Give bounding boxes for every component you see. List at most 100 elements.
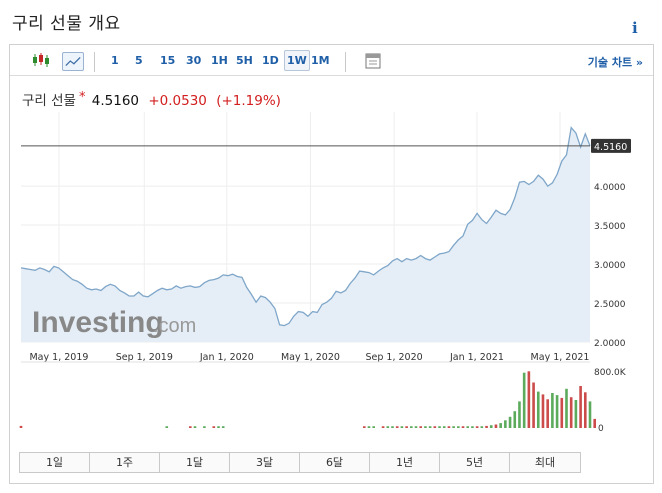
volume-bar (381, 426, 385, 428)
toolbar-divider (94, 52, 95, 72)
candlestick-icon[interactable] (30, 51, 52, 69)
line-chart-icon[interactable] (62, 52, 84, 71)
timeframe-1[interactable]: 1 (111, 54, 119, 67)
volume-bar (19, 425, 23, 428)
x-tick-label: Sep 1, 2019 (116, 352, 173, 363)
investing-watermark-suffix: .com (153, 315, 196, 337)
volume-bar (395, 426, 399, 428)
investing-watermark: Investing (32, 306, 164, 339)
volume-bar (457, 426, 460, 428)
range-1m-button[interactable]: 1달 (160, 453, 230, 472)
timeframe-1w[interactable]: 1W (284, 50, 310, 71)
volume-bar (193, 426, 197, 428)
range-5y-button[interactable]: 5년 (440, 453, 510, 472)
volume-bar (560, 397, 564, 428)
volume-bar (480, 426, 484, 428)
x-tick-label: Jan 1, 2020 (199, 352, 254, 363)
range-3m-button[interactable]: 3달 (230, 453, 300, 472)
volume-bar (410, 426, 413, 428)
volume-bar (419, 426, 423, 428)
x-tick-label: May 1, 2019 (29, 352, 88, 363)
volume-bar (438, 426, 441, 428)
timeframe-5[interactable]: 5 (135, 54, 143, 67)
volume-bar (452, 426, 455, 428)
volume-bar (405, 426, 408, 428)
x-tick-label: Sep 1, 2020 (365, 352, 422, 363)
volume-bar (522, 372, 526, 428)
timeframe-1d[interactable]: 1D (262, 54, 279, 67)
volume-bar (212, 426, 216, 428)
volume-bar (414, 426, 418, 428)
volume-bar (588, 401, 592, 428)
y-tick-label: 2.5000 (594, 300, 626, 310)
price-chart[interactable]: Investing .com 4.5160 4.0000 3.5000 3.0000… (10, 110, 653, 442)
last-price-label: 4.5160 (594, 142, 627, 153)
volume-bar (593, 418, 597, 428)
volume-bar (367, 426, 371, 428)
volume-bar (508, 416, 512, 428)
x-tick-label: May 1, 2021 (531, 352, 590, 363)
range-1y-button[interactable]: 1년 (370, 453, 440, 472)
x-axis-ticks: May 1, 2019 Sep 1, 2019 Jan 1, 2020 May 1, … (29, 352, 589, 363)
volume-bar (221, 426, 225, 428)
timeframe-1m[interactable]: 1M (311, 54, 330, 67)
timeframe-30[interactable]: 30 (186, 54, 201, 67)
volume-bar (386, 426, 390, 428)
volume-bar (518, 401, 521, 428)
range-selector: 1일 1주 1달 3달 6달 1년 5년 최대 (19, 452, 581, 473)
volume-bar (536, 391, 540, 428)
toolbar-divider (345, 52, 346, 72)
range-1d-button[interactable]: 1일 (20, 453, 90, 472)
volume-bar (565, 388, 568, 428)
realtime-marker: * (78, 90, 86, 105)
volume-bar (433, 426, 437, 428)
volume-bar (494, 424, 498, 428)
volume-bar (485, 425, 488, 428)
volume-bar (424, 426, 427, 428)
y-tick-label: 3.5000 (594, 222, 626, 232)
volume-bar (447, 426, 451, 428)
volume-bar (400, 426, 404, 428)
volume-bar (391, 426, 394, 428)
volume-bar (513, 411, 517, 428)
volume-bar (362, 426, 366, 428)
price-change-pct: (+1.19%) (216, 93, 281, 109)
volume-bar (574, 400, 578, 428)
volume-bar (569, 397, 573, 428)
calendar-icon[interactable] (365, 52, 381, 69)
volume-bar (203, 426, 206, 428)
volume-bar (188, 426, 192, 428)
volume-bar (372, 426, 375, 428)
range-1w-button[interactable]: 1주 (90, 453, 160, 472)
last-price-label-group: 4.5160 (591, 138, 631, 153)
y-axis-ticks: 4.0000 3.5000 3.0000 2.5000 2.0000 (594, 183, 626, 349)
volume-bar (471, 426, 474, 428)
volume-bar (532, 382, 535, 428)
timeframe-15[interactable]: 15 (160, 54, 175, 67)
volume-bar (217, 426, 220, 428)
page-title: 구리 선물 개요 (12, 14, 121, 34)
volume-bar (475, 426, 479, 428)
price-quote: 구리 선물 * 4.5160 +0.0530 (+1.19%) (22, 89, 281, 109)
instrument-name: 구리 선물 (22, 93, 76, 109)
volume-bar (442, 426, 446, 428)
volume-bar (466, 426, 470, 428)
x-tick-label: May 1, 2020 (281, 352, 340, 363)
timeframe-1h[interactable]: 1H (211, 54, 228, 67)
volume-bar (527, 371, 531, 428)
volume-axis-label: 0 (598, 424, 604, 434)
timeframe-5h[interactable]: 5H (236, 54, 253, 67)
volume-bar (165, 426, 169, 428)
price-change: +0.0530 (148, 93, 207, 109)
y-tick-label: 3.0000 (594, 261, 626, 271)
y-tick-label: 2.0000 (594, 339, 626, 349)
tech-chart-link[interactable]: 기술 차트 » (588, 54, 643, 70)
info-icon[interactable]: i (632, 19, 638, 37)
volume-bar (428, 426, 432, 428)
x-tick-label: Jan 1, 2021 (449, 352, 504, 363)
volume-bar (546, 399, 549, 428)
volume-bar (504, 420, 507, 428)
range-max-button[interactable]: 최대 (510, 453, 580, 472)
y-tick-label: 4.0000 (594, 183, 626, 193)
range-6m-button[interactable]: 6달 (300, 453, 370, 472)
